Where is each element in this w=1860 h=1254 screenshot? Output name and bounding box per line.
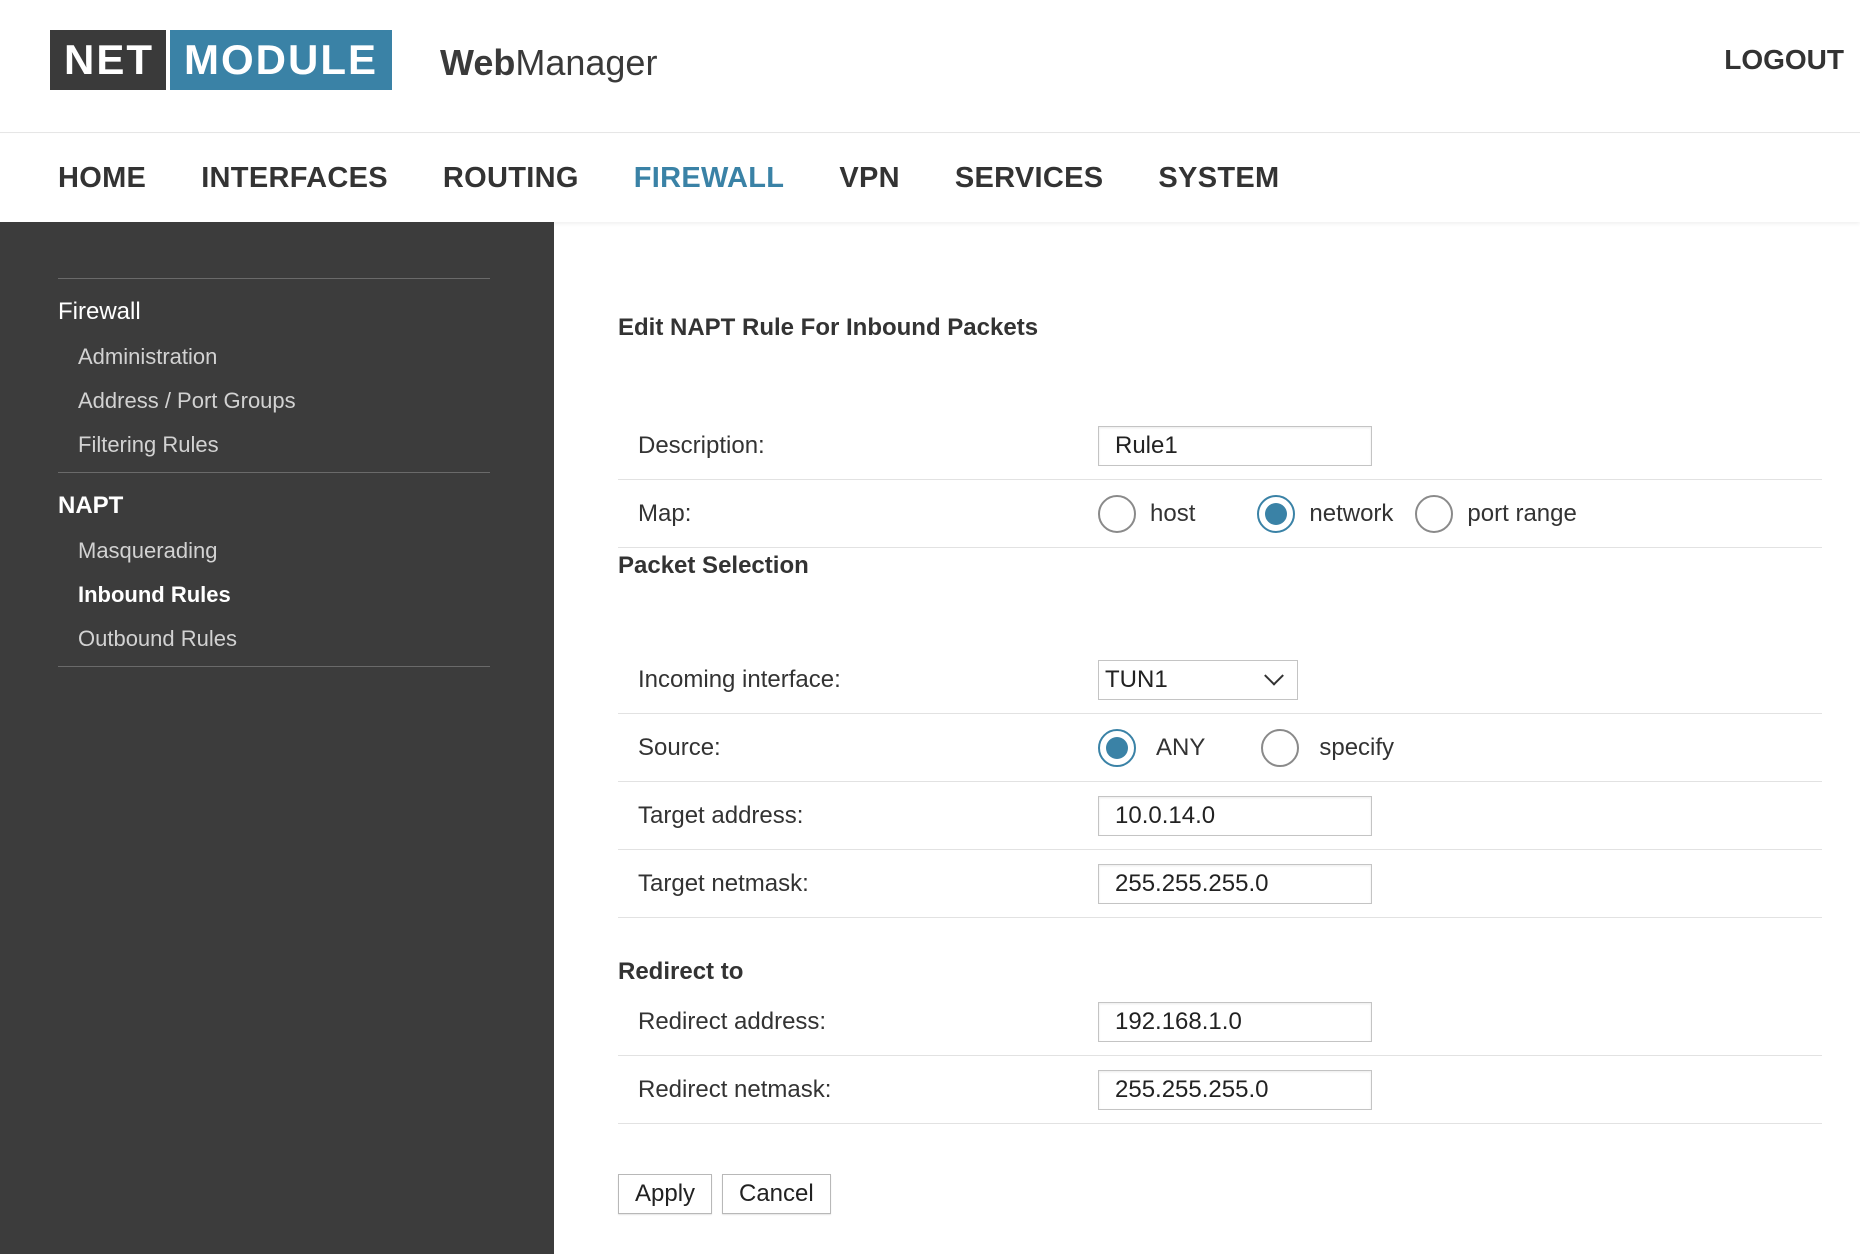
incoming-interface-value: TUN1	[1105, 665, 1168, 693]
redirect-netmask-row: Redirect netmask:	[618, 1056, 1822, 1124]
main-nav: HOME INTERFACES ROUTING FIREWALL VPN SER…	[0, 134, 1860, 222]
nav-interfaces[interactable]: INTERFACES	[201, 162, 388, 195]
incoming-interface-row: Incoming interface: TUN1	[618, 646, 1822, 714]
sidebar-group-firewall[interactable]: Firewall	[58, 298, 141, 326]
target-address-row: Target address:	[618, 782, 1822, 850]
sidebar-divider	[58, 278, 490, 279]
redirect-address-label: Redirect address:	[638, 1007, 827, 1035]
redirect-address-row: Redirect address:	[618, 988, 1822, 1056]
incoming-interface-label: Incoming interface:	[638, 665, 841, 693]
map-radio-port-range[interactable]: port range	[1415, 494, 1577, 533]
map-network-label: network	[1309, 499, 1394, 527]
map-row: Map: host network port range	[618, 480, 1822, 548]
incoming-interface-select[interactable]: TUN1	[1098, 659, 1298, 700]
app-name: WebManager	[440, 42, 657, 84]
cancel-button[interactable]: Cancel	[722, 1174, 831, 1214]
map-radio-network[interactable]: network	[1257, 494, 1394, 533]
netmodule-logo[interactable]: NET MODULE	[50, 30, 392, 90]
map-port-range-radio-button[interactable]	[1415, 494, 1454, 533]
logout-link[interactable]: LOGOUT	[1724, 44, 1844, 76]
map-radio-host[interactable]: host	[1098, 494, 1196, 533]
sidebar-divider	[58, 472, 490, 473]
sidebar-item-masquerading[interactable]: Masquerading	[78, 538, 217, 564]
redirect-netmask-label: Redirect netmask:	[638, 1075, 832, 1103]
chevron-down-icon	[1264, 665, 1284, 686]
sidebar-item-administration[interactable]: Administration	[78, 344, 217, 370]
map-port-range-label: port range	[1467, 499, 1577, 527]
map-host-label: host	[1150, 499, 1196, 527]
sidebar-group-napt[interactable]: NAPT	[58, 492, 123, 520]
source-row: Source: ANY specify	[618, 714, 1822, 782]
sidebar-divider	[58, 666, 490, 667]
redirect-netmask-input[interactable]	[1098, 1069, 1372, 1110]
description-label: Description:	[638, 431, 765, 459]
map-host-radio-button[interactable]	[1098, 494, 1136, 533]
redirect-to-heading: Redirect to	[618, 958, 744, 985]
nav-routing[interactable]: ROUTING	[443, 162, 579, 195]
nav-vpn[interactable]: VPN	[839, 162, 900, 195]
description-row: Description:	[618, 412, 1822, 480]
sidebar: Firewall Administration Address / Port G…	[0, 222, 554, 1254]
app-name-bold: Web	[440, 42, 516, 83]
page-title: Edit NAPT Rule For Inbound Packets	[618, 314, 1039, 341]
source-radio-specify[interactable]: specify	[1261, 728, 1395, 767]
main-content: Edit NAPT Rule For Inbound Packets Descr…	[554, 222, 1860, 1254]
map-label: Map:	[638, 499, 692, 527]
logo-module-text: MODULE	[170, 30, 392, 90]
description-input[interactable]	[1098, 425, 1372, 466]
target-address-label: Target address:	[638, 801, 804, 829]
target-address-input[interactable]	[1098, 795, 1372, 836]
sidebar-item-address-port-groups[interactable]: Address / Port Groups	[78, 388, 296, 414]
sidebar-item-outbound-rules[interactable]: Outbound Rules	[78, 626, 237, 652]
packet-selection-heading: Packet Selection	[618, 552, 809, 579]
target-netmask-input[interactable]	[1098, 863, 1372, 904]
map-network-radio-button[interactable]	[1257, 494, 1296, 533]
logo-net-text: NET	[50, 30, 166, 90]
source-radio-any[interactable]: ANY	[1098, 728, 1206, 767]
sidebar-item-inbound-rules[interactable]: Inbound Rules	[78, 582, 231, 608]
source-any-label: ANY	[1156, 733, 1206, 761]
source-specify-radio-button[interactable]	[1261, 728, 1300, 767]
redirect-address-input[interactable]	[1098, 1001, 1372, 1042]
header: NET MODULE WebManager LOGOUT	[0, 0, 1860, 133]
source-any-radio-button[interactable]	[1098, 728, 1136, 767]
target-netmask-row: Target netmask:	[618, 850, 1822, 918]
nav-system[interactable]: SYSTEM	[1158, 162, 1279, 195]
nav-services[interactable]: SERVICES	[955, 162, 1104, 195]
nav-home[interactable]: HOME	[58, 162, 146, 195]
sidebar-item-filtering-rules[interactable]: Filtering Rules	[78, 432, 219, 458]
target-netmask-label: Target netmask:	[638, 869, 809, 897]
apply-button[interactable]: Apply	[618, 1174, 713, 1214]
source-specify-label: specify	[1319, 733, 1395, 761]
source-label: Source:	[638, 733, 721, 761]
app-name-light: Manager	[515, 42, 658, 83]
nav-firewall[interactable]: FIREWALL	[634, 162, 785, 195]
